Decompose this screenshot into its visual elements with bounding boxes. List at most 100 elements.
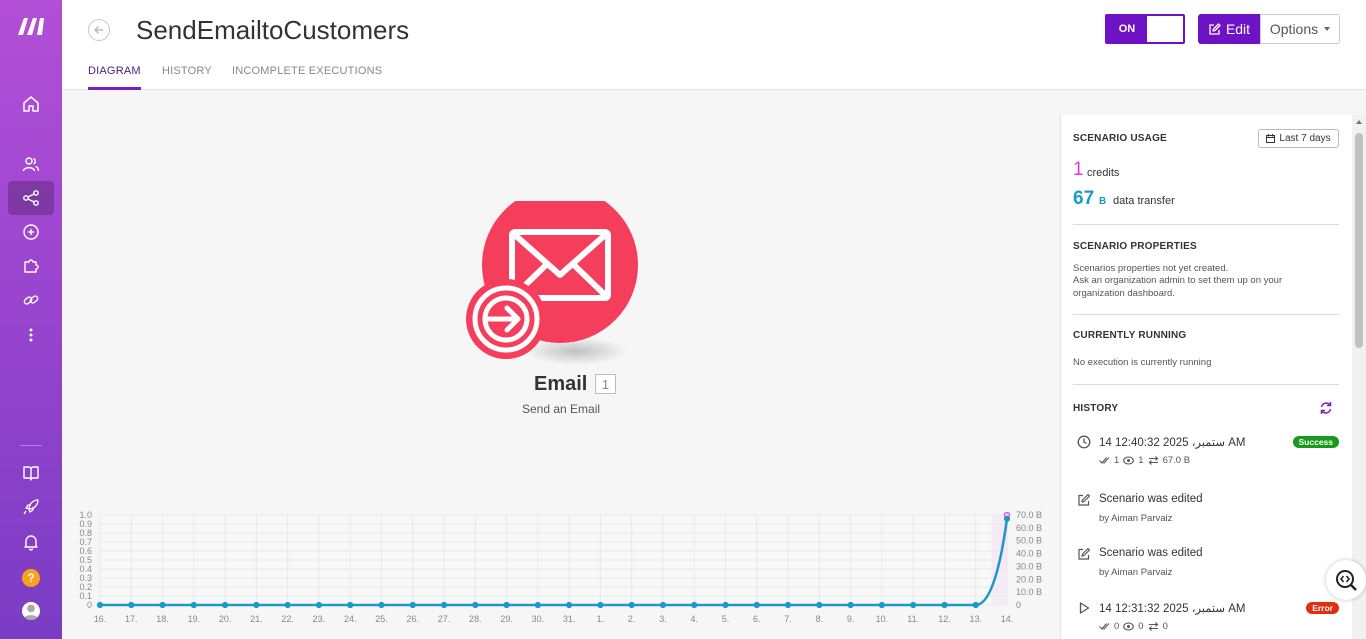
y-right-tick-label: 0 — [1016, 600, 1021, 610]
bell-icon — [24, 535, 38, 551]
action-arrow-icon — [472, 285, 540, 353]
properties-text-3: organization dashboard. — [1073, 288, 1175, 299]
x-tick-label: 17. — [125, 614, 138, 624]
history-item[interactable]: 14 ستمبر، 2025 12:40:32 AM Success 1 1 6… — [1077, 435, 1339, 471]
history-item-stats: 1 1 67.0 B — [1099, 455, 1190, 466]
sidebar-item-home[interactable] — [8, 87, 54, 121]
toggle-knob — [1147, 16, 1183, 42]
data-transfer-value: 67 — [1073, 188, 1095, 209]
sidebar-item-apps[interactable] — [8, 249, 54, 283]
edit-button[interactable]: Edit — [1198, 14, 1260, 44]
code-search-icon — [1336, 570, 1357, 591]
user-silhouette-icon — [23, 604, 39, 620]
x-tick-label: 26. — [407, 614, 420, 624]
history-item[interactable]: 14 ستمبر، 2025 12:31:32 AM Error 0 0 0 — [1077, 601, 1339, 637]
link-icon — [23, 295, 39, 305]
more-vertical-icon — [29, 328, 33, 342]
x-tick-label: 7. — [784, 614, 792, 624]
x-tick-label: 29. — [500, 614, 513, 624]
series-point — [315, 601, 323, 609]
help-icon: ? — [22, 569, 40, 587]
date-range-button[interactable]: Last 7 days — [1258, 129, 1339, 148]
series-point — [409, 601, 416, 609]
stat-transfer: 67.0 B — [1162, 455, 1191, 466]
tab-diagram[interactable]: DIAGRAM — [88, 65, 141, 90]
series-point — [96, 601, 104, 609]
stat-transfer: 0 — [1162, 621, 1168, 632]
sidebar-item-more[interactable] — [8, 318, 54, 352]
module-number: 1 — [595, 374, 616, 394]
x-tick-label: 19. — [188, 614, 201, 624]
series-point — [659, 601, 667, 609]
sidebar-item-docs[interactable] — [8, 456, 54, 490]
series-point — [284, 601, 291, 609]
series-point — [628, 601, 635, 609]
sparkle-circle-icon — [23, 224, 39, 240]
scenario-panel: SCENARIO USAGE Last 7 days 1 credits 67 … — [1060, 115, 1352, 639]
stat-bundles: 1 — [1138, 455, 1144, 466]
running-title: CURRENTLY RUNNING — [1073, 330, 1187, 341]
scheduling-toggle[interactable]: ON — [1105, 14, 1185, 44]
series-point — [534, 601, 541, 609]
x-tick-label: 16. — [94, 614, 107, 624]
series-point — [1003, 515, 1011, 522]
series-point — [910, 601, 917, 609]
puzzle-icon — [24, 259, 39, 273]
series-point — [753, 601, 760, 609]
sidebar-item-notifications[interactable] — [8, 525, 54, 559]
options-dropdown[interactable]: Options — [1260, 14, 1340, 44]
x-tick-label: 22. — [281, 614, 294, 624]
sidebar-item-ai[interactable] — [8, 215, 54, 249]
properties-text-2: Ask an organization admin to set them up… — [1073, 275, 1283, 286]
history-item[interactable]: Scenario was edited by Aiman Parvaiz — [1077, 547, 1339, 583]
series-point — [784, 601, 792, 609]
credits-value: 1 — [1073, 159, 1084, 180]
module-name[interactable]: Email — [534, 373, 587, 396]
edit-button-label: Edit — [1225, 21, 1251, 37]
x-tick-label: 1. — [597, 614, 605, 624]
history-item-title: Scenario was edited — [1099, 493, 1203, 505]
tab-history[interactable]: HISTORY — [162, 65, 212, 90]
edit-icon — [1078, 547, 1091, 560]
sidebar-item-launch[interactable] — [8, 490, 54, 524]
eye-icon — [1123, 456, 1135, 465]
back-button[interactable] — [88, 19, 110, 41]
clock-icon — [1077, 435, 1091, 449]
play-icon — [1079, 602, 1090, 614]
devtool-button[interactable] — [1326, 560, 1366, 600]
chevron-down-icon — [1324, 27, 1331, 31]
series-point — [472, 601, 479, 609]
sidebar-item-team[interactable] — [8, 147, 54, 181]
x-tick-label: 4. — [690, 614, 698, 624]
scroll-up-icon[interactable] — [1356, 120, 1362, 124]
make-logo-icon[interactable] — [16, 15, 46, 37]
transfer-arrows-icon — [1148, 622, 1158, 631]
series-point — [347, 601, 354, 609]
x-tick-label: 28. — [469, 614, 482, 624]
tab-incomplete-executions[interactable]: INCOMPLETE EXECUTIONS — [232, 65, 382, 90]
scrollbar-thumb[interactable] — [1355, 133, 1363, 348]
refresh-icon[interactable] — [1319, 401, 1333, 415]
series-point — [222, 601, 229, 609]
properties-text-1: Scenarios properties not yet created. — [1073, 263, 1229, 274]
series-point — [378, 601, 385, 609]
series-point — [941, 601, 948, 609]
x-tick-label: 21. — [250, 614, 263, 624]
series-point — [816, 601, 823, 609]
history-item[interactable]: Scenario was edited by Aiman Parvaiz — [1077, 493, 1339, 529]
data-transfer-unit: B — [1099, 196, 1107, 207]
credits-label: credits — [1087, 167, 1120, 179]
x-tick-label: 24. — [344, 614, 357, 624]
module-subtitle: Send an Email — [522, 402, 601, 416]
y-right-tick-label: 20.0 B — [1016, 574, 1042, 584]
sidebar-item-profile[interactable] — [8, 594, 54, 628]
sidebar-item-scenarios[interactable] — [8, 181, 54, 215]
sidebar-item-connections[interactable] — [8, 283, 54, 317]
sidebar-item-help[interactable]: ? — [8, 561, 54, 595]
history-item-stats: 0 0 0 — [1099, 621, 1168, 632]
panel-scrollbar[interactable] — [1352, 115, 1366, 639]
y-left-tick-label: 0 — [87, 600, 92, 610]
double-check-icon — [1099, 623, 1110, 630]
email-module[interactable] — [466, 201, 641, 366]
transfer-arrows-icon — [1148, 456, 1158, 465]
